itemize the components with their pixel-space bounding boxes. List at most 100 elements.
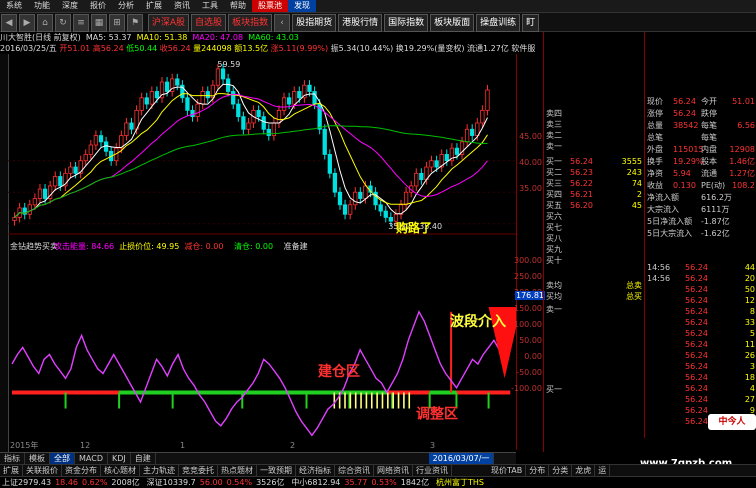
x-tick-label: 2 <box>290 441 295 450</box>
hk-button[interactable]: 港股行情 <box>338 14 383 32</box>
sh-index[interactable]: 上证2979.43 <box>0 477 53 488</box>
sh-a-shares-button[interactable]: 沪深A股 <box>147 14 190 32</box>
candle-body <box>434 160 439 168</box>
tick-row: 56.24 5 <box>645 328 756 339</box>
signal-bar <box>247 390 254 395</box>
stats-value: 1.27亿 <box>729 169 755 178</box>
chart-area[interactable]: 59.59 35.32 - 35.40 购路了 金钻趋势买卖 攻击能量: 84.66 止损… <box>8 54 521 450</box>
list-icon[interactable]: ≡ <box>73 14 89 32</box>
book-row-buy2[interactable]: 买二 56.23 243 <box>544 167 644 178</box>
sz-index[interactable]: 深证10339.7 <box>145 477 198 488</box>
extension-tab[interactable]: 经济指标 <box>296 465 335 476</box>
signal-bar <box>317 390 323 395</box>
book-label: 卖均 <box>546 281 562 290</box>
candle-body <box>129 122 134 130</box>
right-tab[interactable]: 运 <box>595 465 611 476</box>
stats-value: 115015 <box>673 145 704 154</box>
menu-item-quote[interactable]: 报价 <box>84 0 112 12</box>
right-tab[interactable]: 龙虎 <box>572 465 596 476</box>
extension-tab[interactable]: 竞竞委托 <box>179 465 218 476</box>
indicator-legend: 清仓: 0.00 <box>234 241 273 251</box>
sme-change: 35.77 <box>344 478 368 487</box>
discover-tab[interactable]: 发现 <box>288 0 316 12</box>
candle-body <box>327 154 332 174</box>
sector-panel-button[interactable]: 板块版面 <box>430 14 475 32</box>
book-volume: 2 <box>636 190 642 199</box>
refresh-icon[interactable]: ↻ <box>55 14 71 32</box>
extension-tab[interactable]: 资金分布 <box>62 465 101 476</box>
menu-item-system[interactable]: 系统 <box>0 0 28 12</box>
stats-label: 流通 <box>701 169 717 178</box>
extension-tab[interactable]: 核心题材 <box>101 465 140 476</box>
intl-index-button[interactable]: 国际指数 <box>384 14 429 32</box>
right-tab[interactable]: 分布 <box>526 465 550 476</box>
forward-icon[interactable]: ▶ <box>19 14 35 32</box>
grid-icon[interactable]: ⊞ <box>109 14 125 32</box>
extension-tab[interactable]: 热点题材 <box>218 465 257 476</box>
chart-icon[interactable]: ▦ <box>91 14 107 32</box>
futures-button[interactable]: 股指期货 <box>292 14 337 32</box>
sz-amount: 3526亿 <box>256 478 285 487</box>
extension-tab[interactable]: 扩展 <box>0 465 23 476</box>
right-tab[interactable]: 分类 <box>549 465 573 476</box>
stats-value: 6.56 <box>737 121 755 130</box>
book-label: 买均 <box>546 292 562 301</box>
stock-pool-tab[interactable]: 股票池 <box>252 0 288 12</box>
menu-item-extend[interactable]: 扩展 <box>140 0 168 12</box>
home-icon[interactable]: ⌂ <box>37 14 53 32</box>
book-row-buy1[interactable]: 买一 56.24 3555 <box>544 156 644 167</box>
tick-price: 56.24 <box>685 285 708 294</box>
flag-icon[interactable]: ⚑ <box>127 14 143 32</box>
sector-index-button[interactable]: 板块指数 <box>228 14 273 32</box>
tick-list[interactable]: 14:56 56.24 44 14:56 56.24 20 56.24 50 56.24 12 56… <box>644 258 756 438</box>
stats-label: 6111万 <box>701 205 730 214</box>
training-button[interactable]: 操盘训练 <box>476 14 521 32</box>
book-row-buy9: 买九 <box>544 244 644 255</box>
extension-tab[interactable]: 主力轨迹 <box>140 465 179 476</box>
stats-row: 净流入额 616.2万 <box>645 192 756 203</box>
chart-svg[interactable]: 59.5935.32 - 35.40购路了金钻趋势买卖攻击能量: 84.66 止损… <box>8 54 521 450</box>
signal-bar <box>295 390 302 395</box>
sme-index[interactable]: 中小6812.94 <box>289 477 342 488</box>
extension-tab[interactable]: 综合资讯 <box>335 465 374 476</box>
tick-row: 56.24 3 <box>645 361 756 372</box>
axis-tick-label: 300.00 <box>514 256 542 265</box>
tick-price: 56.24 <box>685 406 708 415</box>
stats-row: 外盘 115015 内盘 12908 <box>645 144 756 155</box>
stats-label: 5日大宗流入 <box>647 229 693 238</box>
signal-bar <box>231 390 238 395</box>
right-tab[interactable]: 现价TAB <box>488 465 527 476</box>
book-price: 56.24 <box>570 157 593 166</box>
book-row-buy4[interactable]: 买四 56.21 2 <box>544 189 644 200</box>
extension-tab[interactable]: 一致预期 <box>257 465 296 476</box>
more-button[interactable]: 盯 <box>522 14 540 32</box>
book-row-buy5[interactable]: 买五 56.20 45 <box>544 200 644 211</box>
candle-body <box>83 154 88 162</box>
candle-body <box>332 172 338 193</box>
tick-row: 14:56 56.24 44 <box>645 262 756 273</box>
menu-item-depth[interactable]: 深度 <box>56 0 84 12</box>
candle-body <box>154 91 160 99</box>
favorites-button[interactable]: 自选股 <box>191 14 227 32</box>
chevron-left-icon[interactable]: ‹ <box>274 14 291 32</box>
menu-item-analysis[interactable]: 分析 <box>112 0 140 12</box>
menu-bar: 系统 功能 深度 报价 分析 扩展 资讯 工具 帮助 股票池 发现 <box>0 0 756 13</box>
book-label: 买五 <box>546 201 562 210</box>
menu-item-help[interactable]: 帮助 <box>224 0 252 12</box>
extension-tab[interactable]: 关联报价 <box>23 465 62 476</box>
extension-tab[interactable]: 网络资讯 <box>374 465 413 476</box>
menu-item-function[interactable]: 功能 <box>28 0 56 12</box>
book-price: 56.22 <box>570 179 593 188</box>
signal-bar <box>28 390 34 395</box>
book-row-buy3[interactable]: 买三 56.22 74 <box>544 178 644 189</box>
signal-bar <box>499 390 505 395</box>
menu-item-tools[interactable]: 工具 <box>196 0 224 12</box>
stats-label: 股本 <box>701 157 717 166</box>
menu-item-news[interactable]: 资讯 <box>168 0 196 12</box>
book-label: 买七 <box>546 223 562 232</box>
candle-body <box>475 122 480 136</box>
back-icon[interactable]: ◀ <box>1 14 17 32</box>
extension-tab[interactable]: 行业资讯 <box>413 465 452 476</box>
book-row-sell4: 卖四 <box>544 108 644 119</box>
zone-label-adjust: 调整区 <box>416 406 458 423</box>
